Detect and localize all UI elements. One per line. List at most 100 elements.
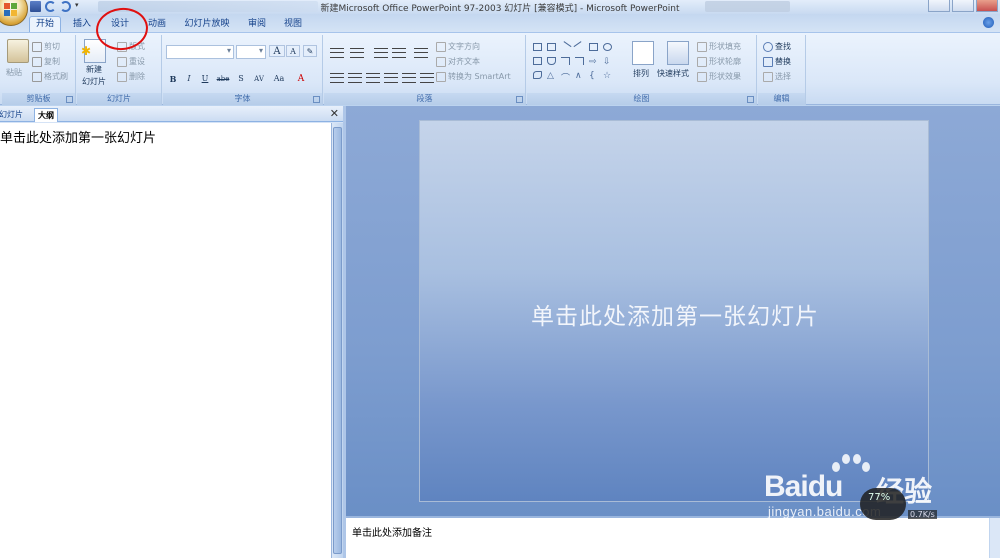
decrease-indent-icon[interactable] (374, 48, 388, 58)
close-window-button[interactable] (976, 0, 998, 12)
paste-icon[interactable] (7, 39, 29, 63)
tab-slideshow[interactable]: 幻灯片放映 (180, 17, 234, 32)
justify-icon[interactable] (384, 73, 398, 83)
shape-star-icon[interactable]: ☆ (603, 71, 612, 81)
shape-brace-icon[interactable]: { (589, 71, 598, 81)
clear-format-icon[interactable]: ✎ (303, 45, 317, 57)
font-color-icon[interactable]: A (293, 73, 309, 85)
tab-outline-pane[interactable]: 大纲 (34, 108, 58, 122)
font-launcher-icon[interactable] (313, 96, 320, 103)
new-slide-label-2[interactable]: 幻灯片 (82, 76, 106, 87)
scrollbar-thumb[interactable] (333, 127, 342, 554)
shape-effects-button[interactable]: 形状效果 (697, 71, 741, 82)
align-right-icon[interactable] (366, 73, 380, 83)
shape-fill-button[interactable]: 形状填充 (697, 41, 741, 52)
drawing-launcher-icon[interactable] (747, 96, 754, 103)
notes-placeholder[interactable]: 单击此处添加备注 (352, 524, 432, 539)
shape-rect2-icon[interactable] (547, 43, 556, 51)
shape-rect-icon[interactable] (533, 43, 542, 51)
quick-styles-button[interactable]: 快速样式 (657, 68, 689, 79)
slide-canvas[interactable]: 单击此处添加第一张幻灯片 (419, 120, 929, 502)
shape-elbow-icon[interactable] (561, 57, 570, 65)
arrange-button[interactable]: 排列 (633, 68, 649, 79)
help-icon[interactable] (983, 17, 994, 28)
select-label: 选择 (775, 72, 791, 81)
shape-rect4-icon[interactable] (533, 57, 542, 65)
font-size-combo[interactable] (236, 45, 266, 59)
convert-smartart-button[interactable]: 转换为 SmartArt (436, 71, 511, 82)
align-text-icon (436, 56, 446, 67)
copy-button[interactable]: 复制 (32, 56, 60, 67)
shape-hexagon-icon[interactable] (533, 71, 542, 79)
shape-line-icon[interactable] (559, 41, 572, 53)
clipboard-launcher-icon[interactable] (66, 96, 73, 103)
delete-slide-button[interactable]: 删除 (117, 71, 145, 82)
align-text-button[interactable]: 对齐文本 (436, 56, 480, 67)
select-button[interactable]: 选择 (763, 71, 791, 82)
shape-curve-icon[interactable]: ⌒ (561, 71, 570, 84)
outline-view[interactable]: 单击此处添加第一张幻灯片 (0, 123, 332, 558)
tab-design[interactable]: 设计 (106, 17, 134, 32)
shape-triangle-icon[interactable] (547, 57, 556, 65)
underline-button[interactable]: U (199, 73, 211, 85)
shape-down-arrow-icon[interactable]: ⇩ (603, 57, 612, 67)
slides-outline-pane: 幻灯片 大纲 ✕ 单击此处添加第一张幻灯片 (0, 106, 343, 558)
shape-arrow-icon[interactable]: ⇨ (589, 57, 598, 67)
minimize-button[interactable] (928, 0, 950, 12)
office-logo-icon (4, 3, 18, 17)
shape-curve2-icon[interactable]: ∧ (575, 71, 584, 81)
increase-indent-icon[interactable] (392, 48, 406, 58)
char-spacing-button[interactable]: AV (251, 73, 267, 85)
shrink-font-button[interactable]: A (286, 45, 300, 57)
change-case-button[interactable]: Aa (271, 73, 287, 85)
shape-tri2-icon[interactable]: △ (547, 71, 556, 81)
paint-bucket-icon (697, 41, 707, 52)
text-direction-button[interactable]: 文字方向 (436, 41, 480, 52)
binoculars-icon (763, 41, 773, 52)
columns-icon[interactable] (420, 73, 434, 83)
shape-fill-label: 形状填充 (709, 42, 741, 51)
tab-home[interactable]: 开始 (29, 16, 61, 32)
strikethrough-button[interactable]: abe (215, 73, 231, 85)
outline-first-line[interactable]: 单击此处添加第一张幻灯片 (0, 127, 156, 146)
tab-slides-pane[interactable]: 幻灯片 (0, 108, 26, 122)
slide-title-placeholder[interactable]: 单击此处添加第一张幻灯片 (420, 297, 930, 331)
align-left-icon[interactable] (330, 73, 344, 83)
layout-button[interactable]: 版式 (117, 41, 145, 52)
shape-elbow2-icon[interactable] (575, 57, 584, 65)
bold-button[interactable]: B (167, 73, 179, 85)
align-center-icon[interactable] (348, 73, 362, 83)
shape-oval-icon[interactable] (603, 43, 612, 51)
quick-styles-icon[interactable] (667, 41, 689, 65)
new-slide-label-1[interactable]: 新建 (86, 64, 102, 75)
bullets-icon[interactable] (330, 48, 344, 58)
replace-button[interactable]: 替换 (763, 56, 791, 67)
layout-icon (117, 41, 127, 52)
paragraph-launcher-icon[interactable] (516, 96, 523, 103)
outline-scrollbar[interactable] (332, 123, 343, 558)
cut-button[interactable]: 剪切 (32, 41, 60, 52)
tab-animations[interactable]: 动画 (143, 17, 171, 32)
numbering-icon[interactable] (350, 48, 364, 58)
distribute-icon[interactable] (402, 73, 416, 83)
tab-insert[interactable]: 插入 (68, 17, 96, 32)
baidu-logo-text: Baidu (764, 470, 843, 504)
line-spacing-icon[interactable] (414, 48, 428, 58)
shape-rect3-icon[interactable] (589, 43, 598, 51)
reset-button[interactable]: 重设 (117, 56, 145, 67)
shape-line2-icon[interactable] (573, 41, 586, 53)
close-pane-icon[interactable]: ✕ (330, 106, 339, 121)
text-shadow-button[interactable]: S (235, 73, 247, 85)
shape-outline-button[interactable]: 形状轮廓 (697, 56, 741, 67)
arrange-icon[interactable] (632, 41, 654, 65)
gauge-rate: 0.7K/s (908, 510, 937, 519)
font-name-combo[interactable] (166, 45, 234, 59)
find-button[interactable]: 查找 (763, 41, 791, 52)
tab-review[interactable]: 审阅 (243, 17, 271, 32)
paste-button[interactable]: 粘贴 (6, 67, 22, 78)
maximize-button[interactable] (952, 0, 974, 12)
format-painter-button[interactable]: 格式刷 (32, 71, 68, 82)
grow-font-button[interactable]: A (269, 45, 285, 57)
italic-button[interactable]: I (183, 73, 195, 85)
tab-view[interactable]: 视图 (279, 17, 307, 32)
